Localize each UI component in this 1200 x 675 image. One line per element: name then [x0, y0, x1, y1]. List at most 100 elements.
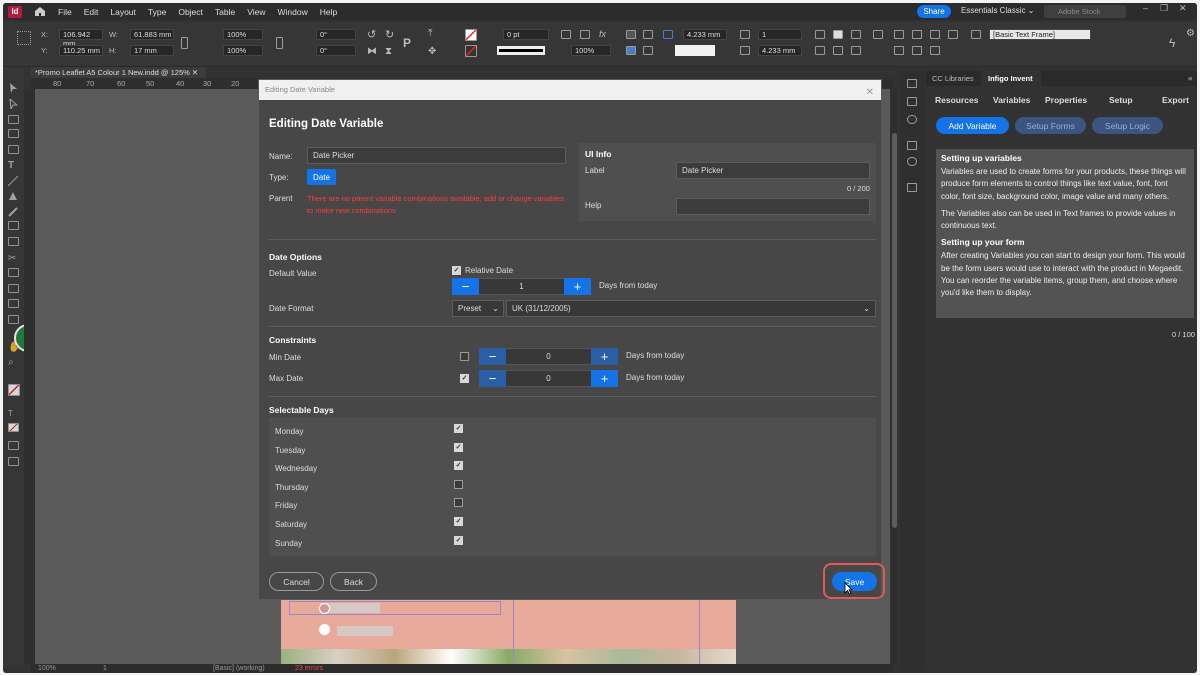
nav-resources[interactable]: Resources: [935, 95, 978, 105]
gap-tool-icon[interactable]: [8, 129, 19, 138]
wrap-none-icon[interactable]: [873, 30, 883, 39]
scale-y-field[interactable]: 100%: [223, 45, 263, 56]
screen-mode-icon[interactable]: [8, 441, 19, 450]
y-field[interactable]: 110.25 mm: [59, 45, 103, 56]
fill-swatch-icon[interactable]: [8, 384, 20, 396]
max-date-checkbox[interactable]: ✓: [460, 374, 469, 383]
align-top-icon[interactable]: [815, 30, 825, 39]
free-transform-tool-icon[interactable]: [8, 268, 19, 277]
scale-x-field[interactable]: 100%: [223, 29, 263, 40]
home-icon[interactable]: [34, 6, 46, 17]
direct-selection-tool-icon[interactable]: [8, 97, 19, 111]
spacing-icon[interactable]: [833, 46, 843, 55]
flip-vertical-icon[interactable]: ⧗: [385, 46, 392, 57]
rotate-cw-icon[interactable]: ↻: [385, 28, 394, 41]
stroke-panel-icon[interactable]: [907, 141, 917, 150]
select-content-icon[interactable]: ✥: [428, 46, 436, 57]
wrap-jump-icon[interactable]: [930, 30, 940, 39]
day-checkbox-tuesday[interactable]: ✓: [454, 442, 463, 452]
note-tool-icon[interactable]: [8, 299, 19, 308]
label-input[interactable]: Date Picker: [676, 162, 870, 179]
columns-field[interactable]: 1: [758, 29, 802, 40]
align-right-edges-icon[interactable]: [930, 46, 940, 55]
tab-cc-libraries[interactable]: CC Libraries: [932, 74, 974, 83]
day-checkbox-monday[interactable]: ✓: [454, 424, 463, 433]
day-checkbox-thursday[interactable]: [454, 479, 463, 489]
menu-edit[interactable]: Edit: [84, 7, 99, 17]
page-tool-icon[interactable]: [8, 115, 19, 124]
links-icon[interactable]: [907, 115, 917, 124]
add-variable-button[interactable]: Add Variable: [936, 117, 1009, 134]
scissors-tool-icon[interactable]: ✂: [8, 253, 19, 264]
menu-object[interactable]: Object: [178, 7, 203, 17]
apply-none-icon[interactable]: [8, 423, 19, 432]
gradient-tool-icon[interactable]: [8, 284, 19, 293]
eyedropper-tool-icon[interactable]: [8, 315, 19, 324]
setup-logic-button[interactable]: Setup Logic: [1092, 117, 1163, 134]
min-increment-button[interactable]: +: [591, 348, 618, 365]
max-decrement-button[interactable]: −: [479, 370, 506, 387]
columns-icon[interactable]: [740, 30, 750, 39]
fx-icon[interactable]: fx: [599, 29, 606, 39]
content-collector-icon[interactable]: [8, 145, 19, 154]
menu-help[interactable]: Help: [320, 7, 337, 17]
setup-forms-button[interactable]: Setup Forms: [1015, 117, 1086, 134]
day-checkbox-wednesday[interactable]: ✓: [454, 461, 463, 471]
close-icon[interactable]: ✕: [866, 83, 874, 103]
day-checkbox-friday[interactable]: [454, 498, 463, 508]
fit-frame-icon[interactable]: [643, 30, 653, 39]
zoom-level[interactable]: 100%: [38, 664, 56, 673]
cc-libraries-icon[interactable]: [907, 79, 917, 88]
align-centers-icon[interactable]: [912, 46, 922, 55]
min-decrement-button[interactable]: −: [479, 348, 506, 365]
close-window-icon[interactable]: ✕: [1179, 3, 1187, 14]
text-frame-p-icon[interactable]: P: [403, 36, 411, 50]
gutter-field[interactable]: 4.233 mm: [758, 45, 802, 56]
fit-content-icon[interactable]: [626, 46, 636, 55]
wrap-shape-icon[interactable]: [912, 30, 922, 39]
workspace-switcher[interactable]: Essentials Classic ⌄: [961, 6, 1034, 15]
select-container-icon[interactable]: ⤒: [428, 28, 432, 39]
width-field[interactable]: 61.883 mm: [130, 29, 174, 40]
auto-fit-icon[interactable]: [626, 30, 636, 39]
day-checkbox-sunday[interactable]: ✓: [454, 535, 463, 545]
selection-tool-icon[interactable]: [8, 83, 19, 93]
min-date-field[interactable]: 0: [506, 348, 591, 365]
fill-none-swatch[interactable]: [465, 29, 477, 41]
rectangle-frame-tool-icon[interactable]: [8, 221, 19, 230]
drop-shadow-icon[interactable]: [580, 30, 590, 39]
text-frame-color[interactable]: [675, 45, 715, 56]
align-bottom-icon[interactable]: [851, 30, 861, 39]
opacity-field[interactable]: 100%: [571, 45, 611, 56]
name-input[interactable]: Date Picker: [307, 147, 566, 164]
lightning-icon[interactable]: ϟ: [1169, 36, 1175, 50]
wrap-bbox-icon[interactable]: [894, 30, 904, 39]
object-style-icon[interactable]: [971, 30, 981, 39]
rectangle-tool-icon[interactable]: [8, 237, 19, 246]
corner-options-icon[interactable]: [561, 30, 571, 39]
page-number[interactable]: 1: [103, 664, 107, 673]
nav-export[interactable]: Export: [1162, 95, 1189, 105]
menu-file[interactable]: File: [58, 7, 72, 17]
height-field[interactable]: 17 mm: [130, 45, 174, 56]
scrollbar-thumb[interactable]: [892, 133, 897, 528]
layers-icon[interactable]: [907, 97, 917, 106]
constrain-scale-icon[interactable]: [276, 37, 283, 49]
align-left-edges-icon[interactable]: [894, 46, 904, 55]
document-tab[interactable]: *Promo Leaflet A5 Colour 1 New.indd @ 12…: [31, 67, 206, 78]
baseline-icon[interactable]: [851, 46, 861, 55]
save-button[interactable]: Save: [832, 572, 877, 591]
constrain-proportions-icon[interactable]: [181, 37, 188, 49]
nav-variables[interactable]: Variables: [993, 95, 1030, 105]
object-style-field[interactable]: [Basic Text Frame]: [989, 29, 1091, 40]
close-tab-icon[interactable]: ✕: [192, 68, 198, 77]
document-page[interactable]: [281, 593, 736, 665]
rotate-ccw-icon[interactable]: ↺: [367, 28, 376, 41]
day-checkbox-saturday[interactable]: ✓: [454, 517, 463, 526]
pencil-tool-icon[interactable]: [8, 207, 19, 217]
default-decrement-button[interactable]: −: [452, 278, 479, 295]
inset-icon[interactable]: [663, 30, 673, 39]
justify-icon[interactable]: [815, 46, 825, 55]
format-value-select[interactable]: UK (31/12/2005) ⌄: [506, 300, 876, 317]
menu-view[interactable]: View: [247, 7, 265, 17]
